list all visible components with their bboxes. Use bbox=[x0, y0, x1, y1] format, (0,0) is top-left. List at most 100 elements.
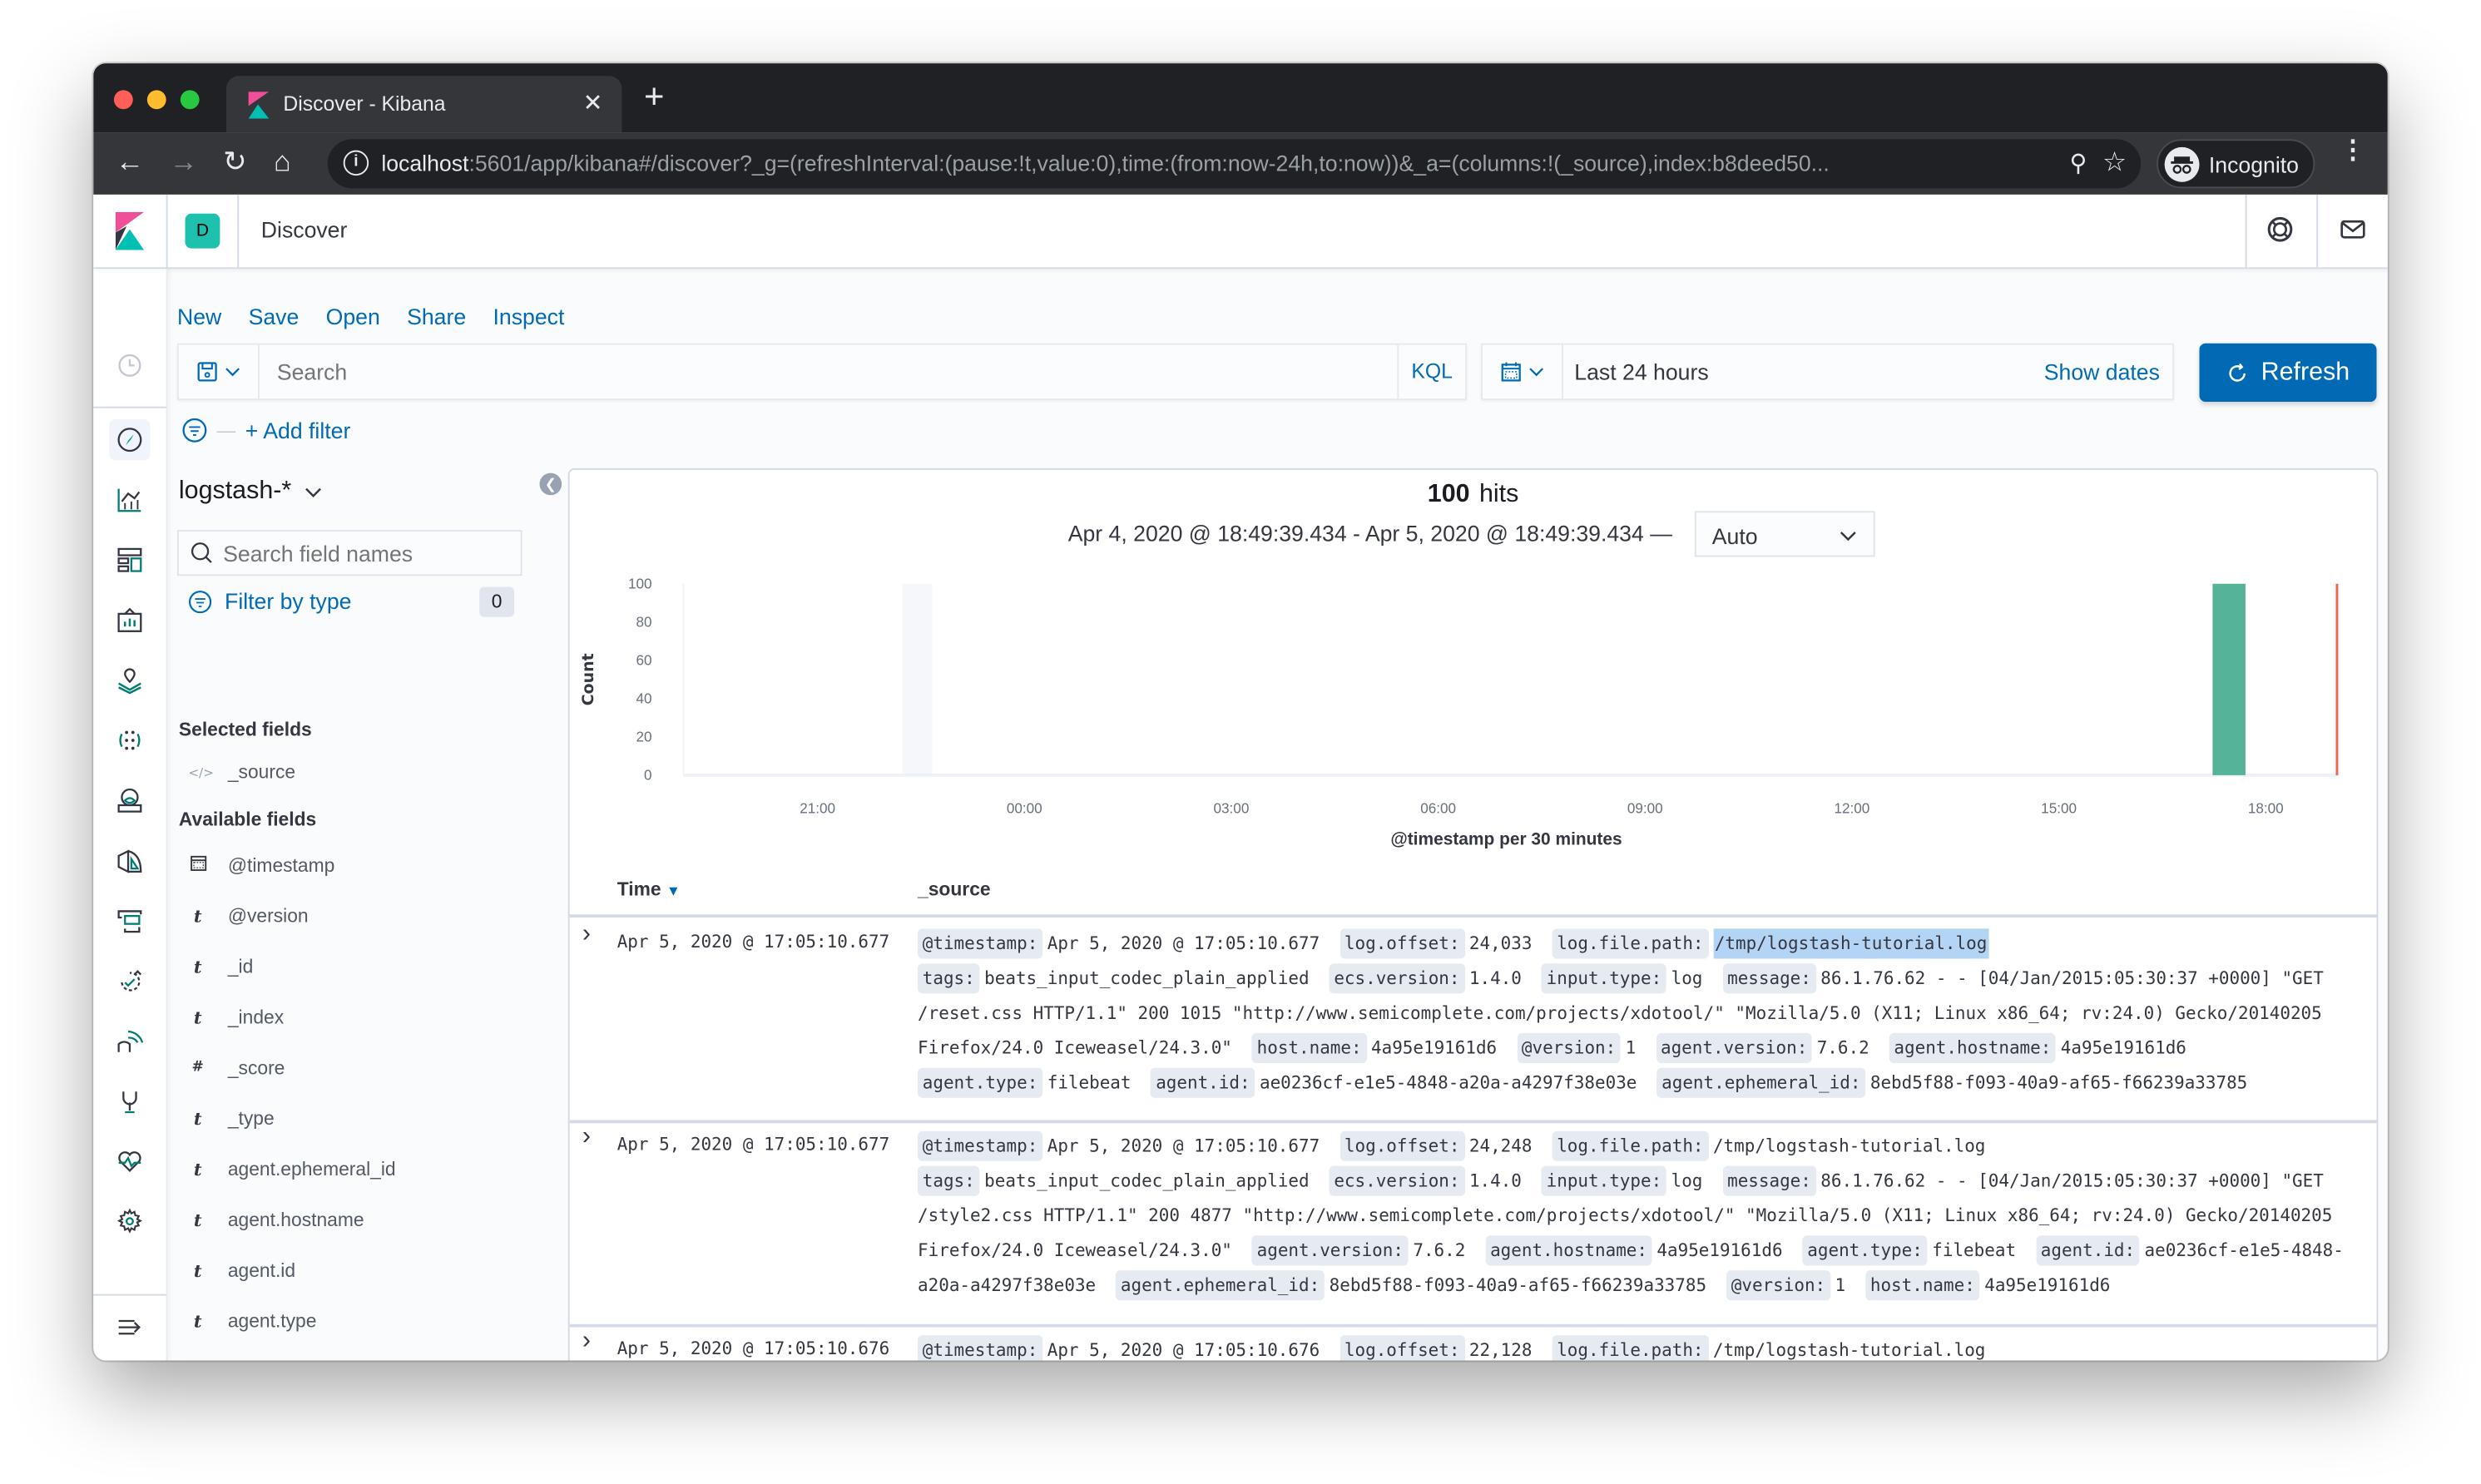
field-name: @version bbox=[227, 904, 309, 928]
filter-by-type-button[interactable]: Filter by type bbox=[188, 588, 352, 614]
side-nav bbox=[93, 269, 168, 1361]
kibana-favicon-icon bbox=[248, 92, 270, 119]
bookmark-star-icon[interactable]: ☆ bbox=[2102, 147, 2127, 179]
inspect-button[interactable]: Inspect bbox=[493, 304, 564, 329]
kibana-logo-icon[interactable] bbox=[115, 211, 145, 250]
source-field-key: input.type: bbox=[1541, 963, 1666, 994]
show-dates-button[interactable]: Show dates bbox=[2044, 359, 2160, 384]
browser-tab[interactable]: Discover - Kibana ✕ bbox=[225, 76, 622, 133]
collapse-nav-icon[interactable] bbox=[109, 1307, 150, 1348]
source-field-value: 24,033 bbox=[1468, 933, 1533, 954]
new-button[interactable]: New bbox=[177, 304, 221, 329]
field-search-input[interactable] bbox=[223, 541, 508, 566]
field-name: _source bbox=[227, 760, 296, 784]
search-input[interactable] bbox=[276, 359, 1305, 385]
interval-select[interactable]: Auto bbox=[1694, 511, 1875, 557]
field-item-source[interactable]: </> _source bbox=[188, 761, 295, 784]
address-bar[interactable]: i localhost:5601/app/kibana#/discover?_g… bbox=[327, 139, 2142, 189]
management-icon[interactable] bbox=[109, 1200, 150, 1241]
zoom-icon[interactable]: ⚲ bbox=[2070, 149, 2087, 177]
close-tab-icon[interactable]: ✕ bbox=[583, 89, 603, 116]
field-item[interactable]: t @version bbox=[188, 904, 309, 928]
browser-toolbar: ← → ↻ ⌂ i localhost:5601/app/kibana#/dis… bbox=[93, 132, 2388, 195]
field-item[interactable]: t _id bbox=[188, 956, 253, 978]
browser-menu-icon[interactable]: ⋮ bbox=[2340, 138, 2365, 163]
filter-menu-icon[interactable] bbox=[182, 418, 207, 443]
kql-toggle-button[interactable]: KQL bbox=[1397, 344, 1465, 399]
source-field-value: 24,248 bbox=[1468, 1135, 1533, 1157]
apm-icon[interactable] bbox=[109, 960, 150, 1001]
add-filter-button[interactable]: + Add filter bbox=[245, 418, 351, 443]
field-item[interactable]: # _score bbox=[188, 1056, 285, 1079]
open-button[interactable]: Open bbox=[326, 304, 380, 329]
source-field-value: log bbox=[1671, 1170, 1703, 1192]
quick-select-button[interactable] bbox=[1483, 344, 1563, 399]
index-pattern-selector[interactable]: logstash-* bbox=[179, 477, 323, 506]
space-avatar[interactable]: D bbox=[185, 213, 220, 249]
newsfeed-icon[interactable] bbox=[2337, 214, 2369, 245]
save-icon bbox=[197, 362, 217, 382]
field-name: _id bbox=[227, 955, 254, 978]
dev-tools-icon[interactable] bbox=[109, 1081, 150, 1121]
siem-icon[interactable] bbox=[109, 780, 150, 821]
refresh-button[interactable]: Refresh bbox=[2199, 343, 2377, 403]
expand-row-icon[interactable]: › bbox=[582, 1328, 591, 1356]
stack-monitoring-icon[interactable] bbox=[109, 1140, 150, 1181]
site-info-icon[interactable]: i bbox=[343, 150, 369, 176]
back-icon[interactable]: ← bbox=[116, 146, 144, 177]
discover-icon[interactable] bbox=[109, 418, 151, 461]
histogram-chart[interactable]: 0 20 40 60 80 100 Count 21:00 00:00 03:00 06:00 09:… bbox=[570, 565, 2377, 865]
filter-by-type-label: Filter by type bbox=[225, 588, 352, 614]
incognito-profile-button[interactable]: Incognito bbox=[2157, 139, 2315, 189]
canvas-icon[interactable] bbox=[109, 600, 150, 641]
save-button[interactable]: Save bbox=[249, 304, 300, 329]
help-icon[interactable] bbox=[2264, 214, 2295, 245]
share-button[interactable]: Share bbox=[407, 304, 466, 329]
maximize-window-button[interactable] bbox=[180, 90, 200, 110]
source-field-key: agent.version: bbox=[1251, 1235, 1409, 1266]
close-window-button[interactable] bbox=[113, 90, 133, 110]
y-tick-label: 60 bbox=[636, 653, 652, 669]
machine-learning-icon[interactable] bbox=[109, 720, 150, 760]
maps-icon[interactable] bbox=[109, 660, 150, 700]
uptime-icon[interactable] bbox=[109, 1021, 150, 1061]
home-icon[interactable]: ⌂ bbox=[274, 146, 291, 177]
time-column-header[interactable]: Time ▼ bbox=[617, 878, 681, 900]
source-field-key: ecs.version: bbox=[1329, 963, 1465, 994]
field-item[interactable]: t agent.hostname bbox=[188, 1209, 364, 1231]
source-field-key: log.file.path: bbox=[1552, 1130, 1709, 1161]
recently-viewed-icon[interactable] bbox=[109, 345, 150, 386]
expand-row-icon[interactable]: › bbox=[582, 921, 591, 949]
saved-query-button[interactable] bbox=[179, 344, 260, 399]
source-field-key: log.offset: bbox=[1340, 1335, 1465, 1361]
field-item[interactable]: t agent.ephemeral_id bbox=[188, 1158, 396, 1180]
sort-desc-icon[interactable]: ▼ bbox=[666, 883, 681, 898]
dashboard-icon[interactable] bbox=[109, 540, 150, 581]
url-text[interactable]: localhost:5601/app/kibana#/discover?_g=(… bbox=[381, 151, 2011, 176]
source-field-key: log.file.path: bbox=[1552, 928, 1709, 959]
field-item[interactable]: t agent.type bbox=[188, 1310, 317, 1333]
row-timestamp: Apr 5, 2020 @ 17:05:10.677 bbox=[617, 932, 890, 952]
forward-icon[interactable]: → bbox=[169, 146, 197, 177]
field-item[interactable]: t _index bbox=[188, 1007, 284, 1029]
new-tab-button[interactable]: + bbox=[644, 78, 664, 114]
field-item[interactable]: t agent.id bbox=[188, 1259, 295, 1282]
source-field-value: 1 bbox=[1835, 1274, 1846, 1296]
field-name: agent.id bbox=[227, 1259, 296, 1282]
source-field-value: 1.4.0 bbox=[1468, 1170, 1522, 1192]
logs-icon[interactable] bbox=[109, 840, 150, 881]
source-field-value: /tmp/logstash-tutorial.log bbox=[1712, 1339, 1986, 1361]
source-field-value: ae0236cf-e1e5-4848-a20a-a4297f38e03e bbox=[1259, 1072, 1637, 1094]
refresh-label: Refresh bbox=[2261, 358, 2350, 386]
time-range-label[interactable]: Last 24 hours bbox=[1574, 359, 1708, 384]
field-item[interactable]: @timestamp bbox=[188, 854, 334, 877]
expand-row-icon[interactable]: › bbox=[582, 1123, 591, 1151]
minimize-window-button[interactable] bbox=[146, 90, 166, 110]
reload-icon[interactable]: ↻ bbox=[223, 146, 247, 177]
selected-fields-title: Selected fields bbox=[178, 718, 312, 741]
field-name: agent.hostname bbox=[227, 1208, 364, 1231]
visualize-icon[interactable] bbox=[109, 479, 150, 520]
collapse-sidebar-icon[interactable]: ❮ bbox=[539, 472, 562, 496]
field-item[interactable]: t _type bbox=[188, 1107, 275, 1130]
infrastructure-icon[interactable] bbox=[109, 900, 150, 941]
